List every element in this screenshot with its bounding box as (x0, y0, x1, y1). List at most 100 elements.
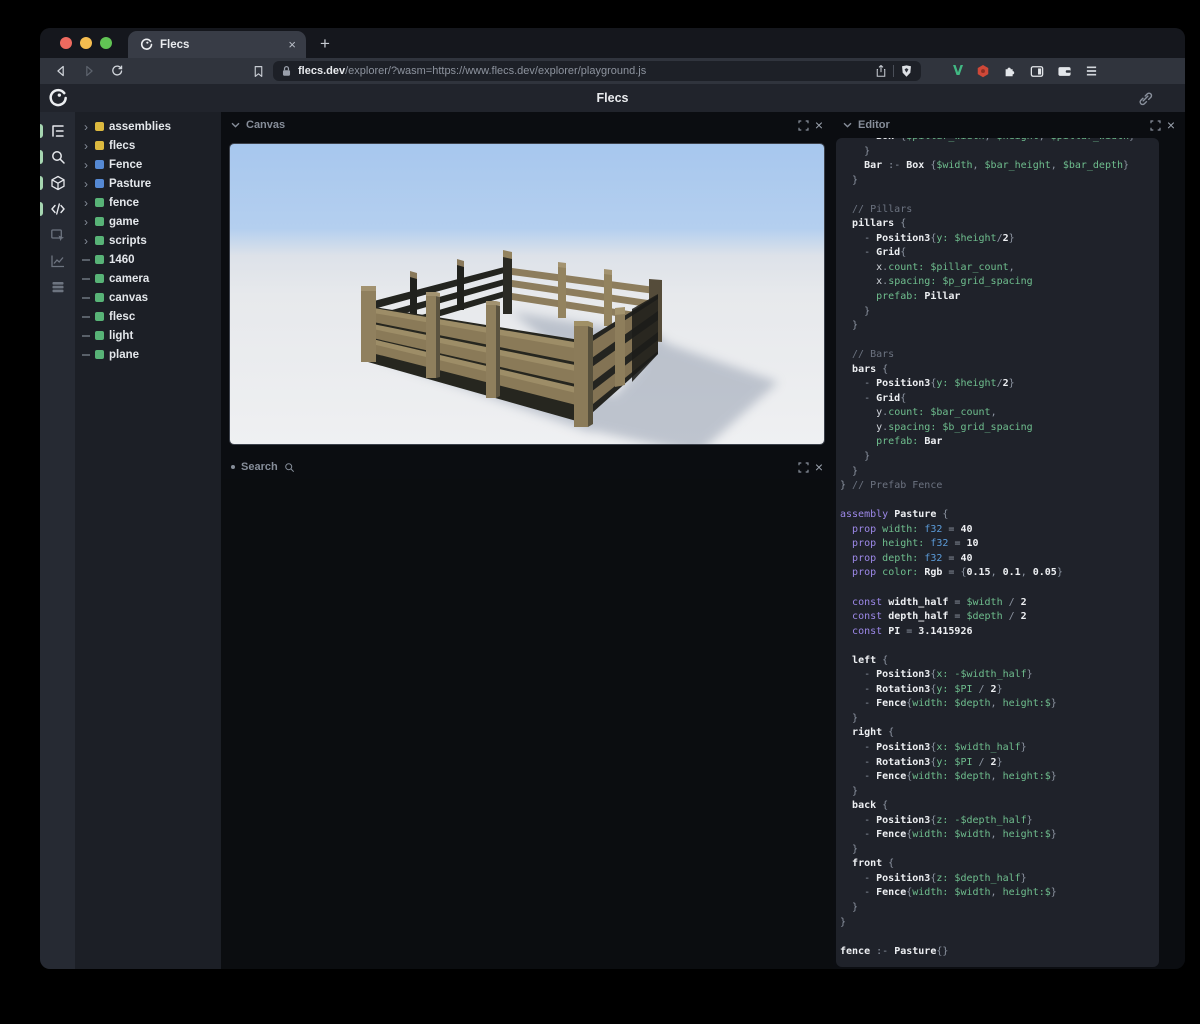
close-icon[interactable]: × (815, 118, 823, 132)
zoom-window-button[interactable] (100, 37, 112, 49)
hexagon-extension-icon[interactable] (976, 64, 990, 79)
code-line: prefab: Bar (876, 436, 943, 448)
code-line: pillars { (852, 218, 907, 230)
close-icon[interactable]: × (1167, 118, 1175, 132)
tree-item-flecs[interactable]: › flecs (75, 136, 221, 155)
wallet-icon[interactable] (1057, 65, 1072, 78)
tree-item-assemblies[interactable]: › assemblies (75, 117, 221, 136)
tree-item-label: assemblies (109, 120, 172, 133)
tree-item-plane[interactable]: plane (75, 345, 221, 364)
tree-item-label: Pasture (109, 177, 152, 190)
browser-tab[interactable]: Flecs × (128, 31, 306, 58)
code-line: - Position3{y: $height/2} (840, 232, 1015, 244)
canvas-panel-header: Canvas × (221, 112, 833, 138)
sidebar-item-search[interactable] (40, 144, 75, 170)
sidebar-item-editor[interactable] (40, 196, 75, 222)
code-line: y.count: $bar_count, (876, 407, 997, 419)
code-line: } (840, 145, 871, 157)
code-line: const PI = 3.1415926 (852, 625, 973, 637)
share-icon[interactable] (875, 64, 887, 78)
chevron-right-icon[interactable]: › (82, 235, 90, 247)
code-line: } (840, 465, 859, 477)
code-line: assembly Pasture { (840, 509, 949, 521)
brave-shield-icon[interactable] (900, 64, 913, 78)
tree-item-1460[interactable]: 1460 (75, 250, 221, 269)
entity-dot-icon (95, 217, 104, 226)
sidebar-item-scene[interactable] (40, 170, 75, 196)
center-column: Canvas × Search × (221, 112, 833, 969)
url-text: flecs.dev/explorer/?wasm=https://www.fle… (298, 65, 647, 77)
chevron-down-icon[interactable] (843, 122, 852, 128)
sidebar-item-stats[interactable] (40, 248, 75, 274)
sidebar-item-inspector[interactable] (40, 222, 75, 248)
tree-item-label: camera (109, 272, 150, 285)
search-panel-body[interactable] (221, 479, 833, 969)
chevron-right-icon[interactable]: › (82, 140, 90, 152)
page-title: Flecs (596, 91, 629, 105)
tree-item-label: scripts (109, 234, 147, 247)
code-line: - Box {$pillar_width, $height, $pillar_w… (840, 138, 1159, 145)
tree-item-label: fence (109, 196, 140, 209)
code-icon (50, 201, 66, 217)
tree-item-game[interactable]: › game (75, 212, 221, 231)
bullet-icon[interactable] (231, 465, 235, 469)
fullscreen-icon[interactable] (798, 461, 809, 473)
icon-sidebar (40, 112, 75, 969)
sidebar-toggle-icon[interactable] (1030, 65, 1044, 78)
tree-item-canvas[interactable]: canvas (75, 288, 221, 307)
tree-item-label: flesc (109, 310, 136, 323)
code-line: fence :- Pasture{} (840, 945, 949, 957)
chevron-right-icon[interactable]: › (82, 121, 90, 133)
canvas-3d-viewport[interactable] (229, 143, 825, 445)
code-line: } // Prefab Fence (840, 480, 943, 492)
chevron-right-icon[interactable]: › (82, 178, 90, 190)
url-bar[interactable]: flecs.dev/explorer/?wasm=https://www.fle… (273, 61, 921, 81)
menu-icon[interactable] (1085, 65, 1098, 77)
tree-item-Fence[interactable]: › Fence (75, 155, 221, 174)
editor-panel-header: Editor × (833, 112, 1185, 138)
fullscreen-icon[interactable] (798, 119, 809, 131)
chevron-right-icon[interactable]: › (82, 197, 90, 209)
minimize-window-button[interactable] (80, 37, 92, 49)
code-line: prop depth: f32 = 40 (852, 552, 973, 564)
extensions-puzzle-icon[interactable] (1003, 64, 1017, 78)
chevron-right-icon[interactable]: › (82, 216, 90, 228)
code-line: } (840, 320, 859, 332)
chevron-down-icon[interactable] (231, 122, 240, 128)
extensions-row: V (953, 64, 1098, 79)
app-header: Flecs (40, 84, 1185, 112)
tree-item-camera[interactable]: camera (75, 269, 221, 288)
editor-panel-title: Editor (858, 119, 890, 131)
main-area: › assemblies › flecs › Fence › Pasture › fence › ga… (40, 112, 1185, 969)
entity-dot-icon (95, 198, 104, 207)
code-line: - Position3{z: $depth_half} (840, 872, 1027, 884)
tree-item-light[interactable]: light (75, 326, 221, 345)
chevron-right-icon[interactable]: › (82, 159, 90, 171)
tab-close-icon[interactable]: × (288, 38, 296, 51)
code-line: - Fence{width: $depth, height:$} (840, 698, 1057, 710)
code-line: - Fence{width: $width, height:$} (840, 829, 1057, 841)
code-line: prop height: f32 = 10 (852, 538, 979, 550)
search-panel-title: Search (241, 461, 278, 473)
tree-item-scripts[interactable]: › scripts (75, 231, 221, 250)
tree-item-Pasture[interactable]: › Pasture (75, 174, 221, 193)
bookmark-icon[interactable] (252, 65, 265, 78)
forward-button[interactable] (82, 64, 96, 78)
vue-devtools-icon[interactable]: V (953, 64, 963, 79)
link-icon[interactable] (1138, 91, 1153, 106)
code-line: const depth_half = $depth / 2 (852, 611, 1027, 623)
back-button[interactable] (54, 64, 68, 78)
code-line: prop width: f32 = 40 (852, 523, 973, 535)
reload-button[interactable] (110, 64, 124, 78)
tree-item-flesc[interactable]: flesc (75, 307, 221, 326)
code-line: // Bars (840, 349, 895, 361)
sidebar-item-queries[interactable] (40, 274, 75, 300)
tree-item-fence[interactable]: › fence (75, 193, 221, 212)
code-editor[interactable]: - Box {$pillar_width, $height, $pillar_w… (836, 138, 1159, 967)
fullscreen-icon[interactable] (1150, 119, 1161, 131)
new-tab-button[interactable]: + (320, 34, 330, 54)
close-icon[interactable]: × (815, 460, 823, 474)
sidebar-item-hierarchy[interactable] (40, 118, 75, 144)
close-window-button[interactable] (60, 37, 72, 49)
